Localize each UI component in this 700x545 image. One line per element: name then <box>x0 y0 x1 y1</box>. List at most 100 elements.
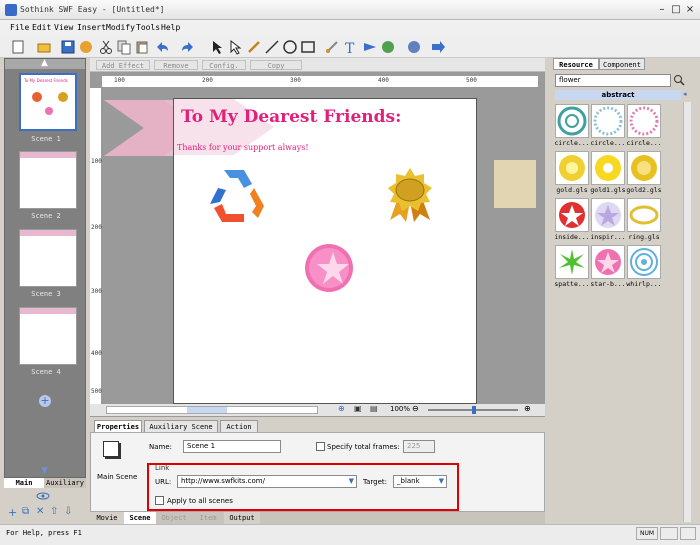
resource-item[interactable] <box>591 151 625 185</box>
maximize-icon[interactable]: □ <box>670 4 682 16</box>
horizontal-scrollbar[interactable] <box>106 406 318 414</box>
menu-file[interactable]: File <box>10 23 29 32</box>
resource-item[interactable] <box>591 104 625 138</box>
rectangle-tool-icon[interactable] <box>300 39 316 55</box>
redo-icon[interactable] <box>180 39 196 55</box>
publish-icon[interactable] <box>78 39 94 55</box>
menu-bar: File Edit View Insert Modify Tools Help <box>0 20 700 36</box>
search-icon[interactable] <box>673 74 685 86</box>
tab-auxiliary[interactable]: Auxiliary <box>44 478 86 488</box>
brush-icon[interactable] <box>324 39 340 55</box>
menu-tools[interactable]: Tools <box>136 23 160 32</box>
scene-thumb-4[interactable] <box>19 307 77 365</box>
category-header[interactable]: abstract <box>555 90 681 100</box>
resource-item[interactable] <box>627 245 661 279</box>
paste-icon[interactable] <box>134 39 150 55</box>
view-rulers-icon[interactable]: ▤ <box>370 404 378 413</box>
pencil-icon[interactable] <box>246 39 262 55</box>
resource-item[interactable] <box>627 198 661 232</box>
select-arrow-icon[interactable] <box>210 39 226 55</box>
scene-thumb-2[interactable] <box>19 151 77 209</box>
menu-insert[interactable]: Insert <box>77 23 106 32</box>
tab-component[interactable]: Component <box>599 58 645 70</box>
resource-item[interactable] <box>591 198 625 232</box>
canvas-heading[interactable]: To My Dearest Friends: <box>181 107 401 127</box>
menu-edit[interactable]: Edit <box>32 23 51 32</box>
gold-medal-icon[interactable] <box>380 166 440 224</box>
properties-tabs: Properties Auxiliary Scene Action <box>90 418 545 432</box>
tab-auxiliary-scene[interactable]: Auxiliary Scene <box>144 420 218 432</box>
undo-icon[interactable] <box>154 39 170 55</box>
name-field[interactable]: Scene 1 <box>183 440 281 453</box>
tab-item[interactable]: Item <box>192 512 224 524</box>
move-up-icon[interactable]: ⇧ <box>50 506 58 517</box>
resource-search-input[interactable]: flower <box>555 74 671 87</box>
export-icon[interactable] <box>430 39 446 55</box>
save-icon[interactable] <box>60 39 76 55</box>
view-grid-icon[interactable]: ▣ <box>354 404 362 413</box>
tab-movie[interactable]: Movie <box>90 512 124 524</box>
cut-icon[interactable] <box>98 39 114 55</box>
menu-help[interactable]: Help <box>161 23 180 32</box>
delete-icon[interactable]: ✕ <box>36 506 44 517</box>
tab-output[interactable]: Output <box>224 512 260 524</box>
tab-scene[interactable]: Scene <box>124 512 156 524</box>
resource-item[interactable] <box>555 151 589 185</box>
zoom-level: 100% <box>390 405 411 413</box>
resource-item[interactable] <box>591 245 625 279</box>
scene-thumb-1[interactable]: To My Dearest Friends <box>19 73 77 131</box>
web-icon[interactable] <box>380 39 396 55</box>
ellipse-tool-icon[interactable] <box>282 39 298 55</box>
tab-main[interactable]: Main <box>4 478 44 488</box>
copy-effects-button[interactable]: Copy Effects <box>250 60 302 80</box>
open-folder-icon[interactable] <box>36 39 52 55</box>
new-file-icon[interactable] <box>10 39 26 55</box>
scene-thumb-3[interactable] <box>19 229 77 287</box>
resource-item[interactable] <box>627 104 661 138</box>
tab-resource[interactable]: Resource <box>553 58 599 70</box>
star-ball-icon[interactable] <box>303 242 355 294</box>
bottom-tabs: Movie Scene Object Item Output <box>90 512 545 524</box>
subselect-arrow-icon[interactable] <box>228 39 244 55</box>
duplicate-icon[interactable]: ⧉ <box>22 506 29 517</box>
copy-icon[interactable] <box>116 39 132 55</box>
move-down-icon[interactable]: ⇩ <box>64 506 72 517</box>
menu-modify[interactable]: Modify <box>106 23 135 32</box>
status-text: For Help, press F1 <box>6 529 82 537</box>
add-effect-button[interactable]: Add Effect <box>96 60 150 70</box>
main-scene-label: Main Scene <box>97 473 138 481</box>
zoom-slider[interactable] <box>428 406 518 414</box>
specify-frames-checkbox[interactable] <box>316 442 325 451</box>
tab-properties[interactable]: Properties <box>94 420 142 432</box>
resource-panel: Resource Component flower abstract ◂ cir… <box>551 58 694 524</box>
scene-label-4: Scene 4 <box>31 368 61 376</box>
menu-view[interactable]: View <box>54 23 73 32</box>
close-icon[interactable]: × <box>684 4 696 16</box>
text-tool-icon[interactable]: T <box>342 39 358 55</box>
resource-scrollbar[interactable] <box>683 102 691 522</box>
frames-stepper[interactable]: 225 <box>403 440 435 453</box>
recycle-icon[interactable] <box>204 164 270 230</box>
line-tool-icon[interactable] <box>264 39 280 55</box>
tab-object[interactable]: Object <box>156 512 192 524</box>
minimize-icon[interactable]: – <box>656 4 668 16</box>
zoom-out-icon[interactable]: ⊖ <box>412 404 419 413</box>
config-effect-button[interactable]: Config. <box>202 60 246 70</box>
tab-action[interactable]: Action <box>220 420 258 432</box>
view-toggle[interactable] <box>30 491 56 501</box>
scene-scroll-up[interactable]: ▲ <box>5 58 85 69</box>
category-scroll-icon[interactable]: ◂ <box>683 90 691 100</box>
scene-scroll-down[interactable]: ▼ <box>5 466 85 477</box>
motion-icon[interactable] <box>362 39 378 55</box>
remove-effect-button[interactable]: Remove <box>154 60 198 70</box>
zoom-in-icon[interactable]: ⊕ <box>524 404 531 413</box>
add-icon[interactable]: + <box>8 506 17 519</box>
resource-item[interactable] <box>555 198 589 232</box>
resource-item[interactable] <box>555 104 589 138</box>
resource-item[interactable] <box>627 151 661 185</box>
zoom-fit-icon[interactable]: ⊕ <box>338 404 345 413</box>
effect-wand-icon[interactable] <box>406 39 422 55</box>
canvas-subtext[interactable]: Thanks for your support always! <box>177 143 309 152</box>
resource-item[interactable] <box>555 245 589 279</box>
add-scene-icon[interactable]: + <box>39 395 51 407</box>
